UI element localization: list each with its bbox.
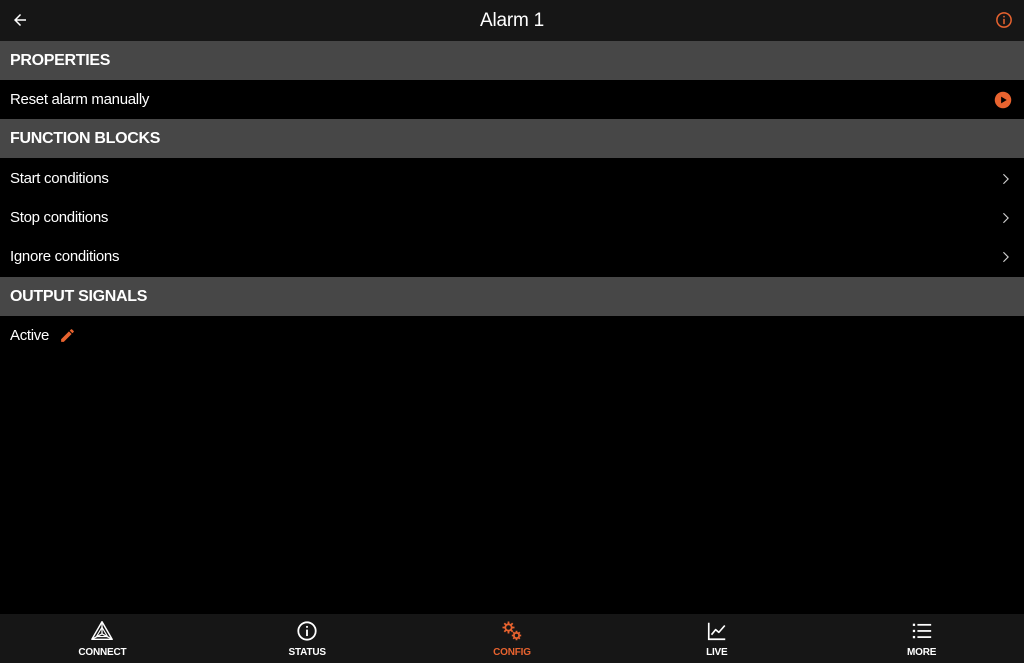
section-title: PROPERTIES bbox=[10, 51, 111, 69]
nav-label: CONNECT bbox=[78, 647, 127, 658]
section-output-signals-header: OUTPUT SIGNALS bbox=[0, 277, 1024, 316]
arrow-left-icon bbox=[14, 14, 26, 26]
chevron-right-icon bbox=[1003, 212, 1009, 223]
nav-live[interactable]: LIVE bbox=[614, 614, 819, 663]
nav-more[interactable]: MORE bbox=[819, 614, 1024, 663]
nav-status[interactable]: STATUS bbox=[205, 614, 410, 663]
pencil-icon bbox=[61, 329, 74, 342]
nav-label: STATUS bbox=[288, 647, 327, 658]
row-label: Stop conditions bbox=[10, 209, 109, 226]
row-label: Active bbox=[10, 327, 50, 344]
back-button[interactable] bbox=[8, 8, 32, 32]
section-function-blocks-header: FUNCTION BLOCKS bbox=[0, 119, 1024, 158]
reset-alarm-play-button[interactable] bbox=[994, 80, 1012, 119]
stop-conditions-row[interactable]: Stop conditions bbox=[0, 198, 1024, 237]
reset-alarm-manually-row[interactable]: Reset alarm manually bbox=[0, 80, 1024, 119]
connect-icon bbox=[91, 621, 114, 641]
gears-icon bbox=[502, 621, 522, 641]
bottom-nav: CONNECT STATUS CONFIG LIVE MORE bbox=[0, 614, 1024, 663]
nav-label: LIVE bbox=[706, 647, 728, 658]
section-title: FUNCTION BLOCKS bbox=[10, 129, 161, 147]
list-icon bbox=[912, 623, 931, 639]
page-title: Alarm 1 bbox=[479, 9, 545, 31]
play-circle-icon bbox=[994, 91, 1012, 108]
section-title: OUTPUT SIGNALS bbox=[10, 287, 148, 305]
info-button[interactable] bbox=[992, 8, 1016, 32]
nav-label: CONFIG bbox=[493, 647, 531, 658]
ignore-conditions-row[interactable]: Ignore conditions bbox=[0, 237, 1024, 276]
chevron-right-icon bbox=[1003, 173, 1009, 184]
info-circle-icon bbox=[297, 621, 317, 641]
row-label: Reset alarm manually bbox=[10, 91, 150, 108]
edit-active-button[interactable] bbox=[59, 327, 76, 344]
top-bar: Alarm 1 bbox=[0, 0, 1024, 41]
chevron-right-icon bbox=[1003, 251, 1009, 262]
app-window: Alarm 1 PROPERTIES Reset alarm manually … bbox=[0, 0, 1024, 663]
nav-config[interactable]: CONFIG bbox=[410, 614, 615, 663]
section-properties-header: PROPERTIES bbox=[0, 41, 1024, 80]
active-output-row: Active bbox=[0, 316, 1024, 355]
info-icon bbox=[996, 12, 1012, 28]
nav-label: MORE bbox=[906, 647, 937, 658]
row-label: Start conditions bbox=[10, 170, 109, 187]
nav-connect[interactable]: CONNECT bbox=[0, 614, 205, 663]
start-conditions-row[interactable]: Start conditions bbox=[0, 159, 1024, 198]
row-label: Ignore conditions bbox=[10, 248, 120, 265]
line-chart-icon bbox=[707, 622, 726, 641]
